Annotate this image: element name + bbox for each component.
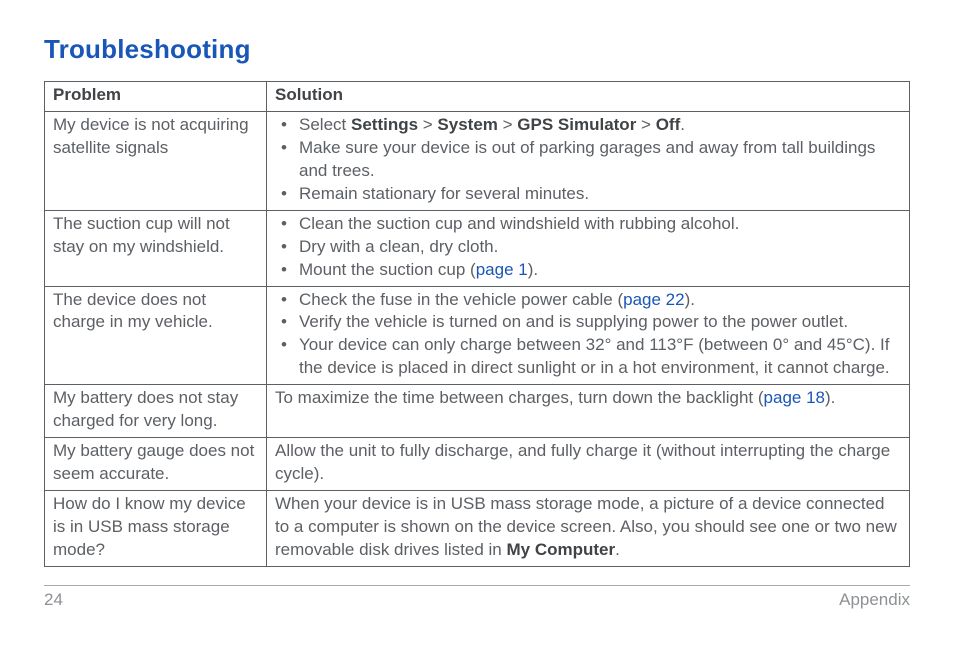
problem-cell: The suction cup will not stay on my wind… [45, 210, 267, 286]
bold-text: My Computer [506, 540, 615, 559]
table-row: My battery gauge does not seem accurate.… [45, 438, 910, 491]
text: Check the fuse in the vehicle power cabl… [299, 290, 623, 309]
bold-text: Off [656, 115, 681, 134]
text: . [680, 115, 685, 134]
table-row: My device is not acquiring satellite sig… [45, 111, 910, 210]
solution-cell: Allow the unit to fully discharge, and f… [267, 438, 910, 491]
troubleshooting-table: Problem Solution My device is not acquir… [44, 81, 910, 567]
text: > [418, 115, 437, 134]
text: ). [825, 388, 835, 407]
solution-text: When your device is in USB mass storage … [275, 493, 901, 562]
text: Dry with a clean, dry cloth. [299, 237, 498, 256]
solution-cell: To maximize the time between charges, tu… [267, 385, 910, 438]
solution-item: Check the fuse in the vehicle power cabl… [299, 289, 901, 312]
text: ). [685, 290, 695, 309]
text: ). [528, 260, 538, 279]
solution-item: Remain stationary for several minutes. [299, 183, 901, 206]
page-title: Troubleshooting [44, 34, 910, 65]
text: Mount the suction cup ( [299, 260, 476, 279]
solution-item: Verify the vehicle is turned on and is s… [299, 311, 901, 334]
text: Verify the vehicle is turned on and is s… [299, 312, 848, 331]
solution-item: Clean the suction cup and windshield wit… [299, 213, 901, 236]
solution-cell: Select Settings > System > GPS Simulator… [267, 111, 910, 210]
solution-item: Make sure your device is out of parking … [299, 137, 901, 183]
problem-cell: My battery does not stay charged for ver… [45, 385, 267, 438]
solution-cell: Check the fuse in the vehicle power cabl… [267, 286, 910, 385]
page-ref-link[interactable]: page 1 [476, 260, 528, 279]
bold-text: Settings [351, 115, 418, 134]
bold-text: GPS Simulator [517, 115, 636, 134]
problem-cell: My battery gauge does not seem accurate. [45, 438, 267, 491]
problem-cell: My device is not acquiring satellite sig… [45, 111, 267, 210]
problem-cell: The device does not charge in my vehicle… [45, 286, 267, 385]
table-row: My battery does not stay charged for ver… [45, 385, 910, 438]
problem-cell: How do I know my device is in USB mass s… [45, 491, 267, 567]
text: > [636, 115, 655, 134]
text: To maximize the time between charges, tu… [275, 388, 764, 407]
solution-item: Select Settings > System > GPS Simulator… [299, 114, 901, 137]
text: Make sure your device is out of parking … [299, 138, 875, 180]
table-row: The suction cup will not stay on my wind… [45, 210, 910, 286]
text: > [498, 115, 517, 134]
solution-text: Allow the unit to fully discharge, and f… [275, 440, 901, 486]
text: Remain stationary for several minutes. [299, 184, 589, 203]
col-header-solution: Solution [267, 82, 910, 112]
solution-item: Dry with a clean, dry cloth. [299, 236, 901, 259]
solution-cell: When your device is in USB mass storage … [267, 491, 910, 567]
solution-list: Select Settings > System > GPS Simulator… [275, 114, 901, 206]
page-ref-link[interactable]: page 18 [764, 388, 825, 407]
text: Clean the suction cup and windshield wit… [299, 214, 739, 233]
text: . [615, 540, 620, 559]
solution-cell: Clean the suction cup and windshield wit… [267, 210, 910, 286]
text: Allow the unit to fully discharge, and f… [275, 441, 890, 483]
solution-text: To maximize the time between charges, tu… [275, 387, 901, 410]
table-row: How do I know my device is in USB mass s… [45, 491, 910, 567]
solution-item: Mount the suction cup (page 1). [299, 259, 901, 282]
text: Your device can only charge between 32° … [299, 335, 890, 377]
solution-list: Clean the suction cup and windshield wit… [275, 213, 901, 282]
bold-text: System [437, 115, 497, 134]
manual-page: Troubleshooting Problem Solution My devi… [0, 0, 954, 672]
table-row: The device does not charge in my vehicle… [45, 286, 910, 385]
text: Select [299, 115, 351, 134]
table-header-row: Problem Solution [45, 82, 910, 112]
page-ref-link[interactable]: page 22 [623, 290, 684, 309]
col-header-problem: Problem [45, 82, 267, 112]
page-footer: 24 Appendix [44, 585, 910, 610]
section-label: Appendix [839, 590, 910, 610]
page-number: 24 [44, 590, 63, 610]
solution-list: Check the fuse in the vehicle power cabl… [275, 289, 901, 381]
solution-item: Your device can only charge between 32° … [299, 334, 901, 380]
